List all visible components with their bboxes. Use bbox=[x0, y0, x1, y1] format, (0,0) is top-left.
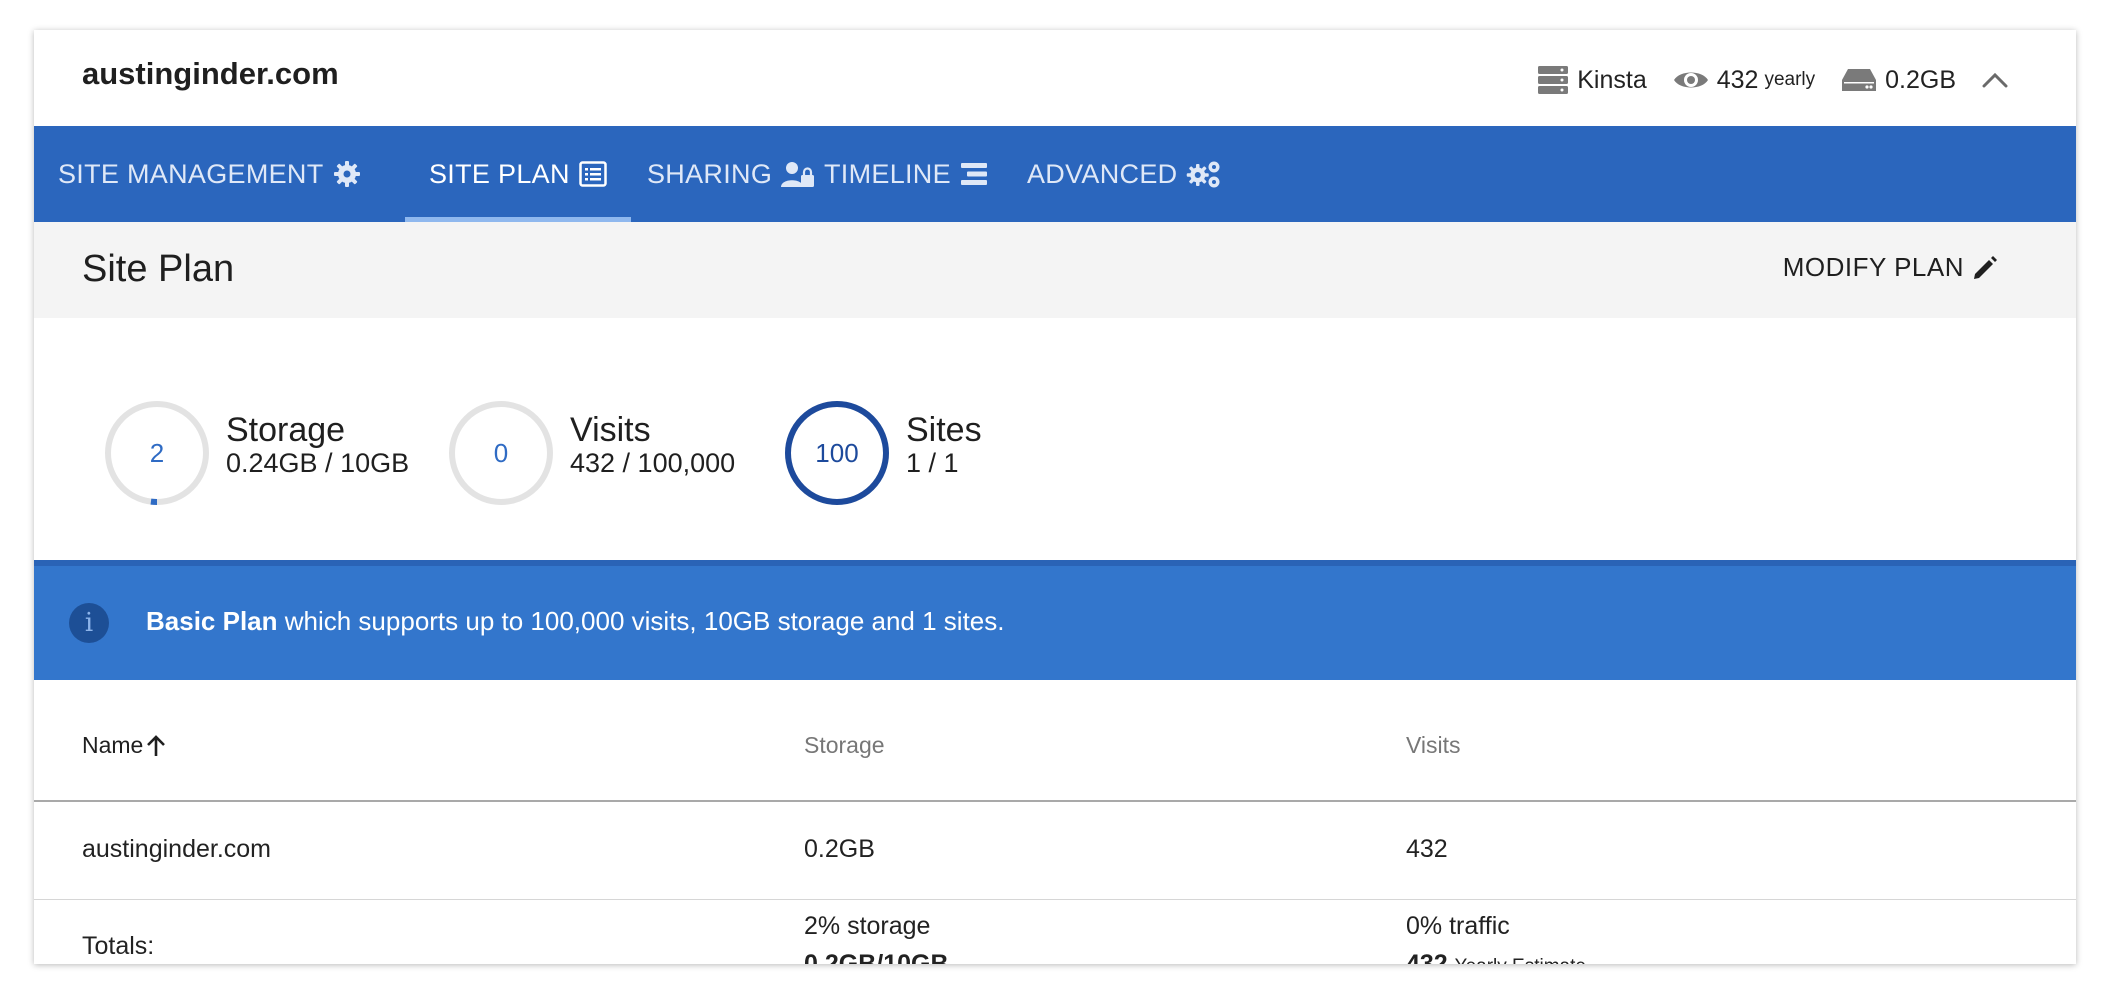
tab-advanced[interactable]: ADVANCED bbox=[1027, 126, 1222, 222]
tab-site-plan[interactable]: SITE PLAN bbox=[405, 126, 631, 222]
column-header-storage[interactable]: Storage bbox=[804, 732, 885, 759]
visits-metric-text: Visits 432 / 100,000 bbox=[570, 412, 735, 478]
metric-label: Sites bbox=[906, 411, 982, 449]
site-stats: Kinsta 432 yearly 0.2GB bbox=[1511, 60, 2008, 100]
list-icon bbox=[579, 161, 607, 187]
chevron-up-icon[interactable] bbox=[1982, 72, 2008, 88]
site-title: austinginder.com bbox=[82, 56, 339, 91]
plan-description: Basic Plan which supports up to 100,000 … bbox=[146, 606, 1005, 637]
column-header-label: Name bbox=[82, 732, 144, 758]
tab-label: ADVANCED bbox=[1027, 158, 1178, 189]
column-header-name[interactable]: Name bbox=[82, 732, 167, 759]
plan-name: Basic Plan bbox=[146, 606, 278, 636]
site-nav: SITE MANAGEMENT SITE PLAN SHARING TIMELI… bbox=[34, 126, 2076, 222]
eye-icon bbox=[1673, 72, 1708, 88]
storage-value: 0.2GB bbox=[1885, 65, 1956, 94]
modify-plan-button[interactable]: MODIFY PLAN bbox=[1783, 252, 1998, 283]
tab-label: TIMELINE bbox=[824, 158, 951, 189]
header-divider bbox=[34, 800, 2076, 802]
sites-metric-text: Sites 1 / 1 bbox=[906, 412, 982, 478]
storage-stat: 0.2GB bbox=[1841, 66, 1956, 95]
info-icon: i bbox=[69, 603, 109, 643]
totals-visits: 432 Yearly Estimate bbox=[1406, 950, 1586, 964]
plan-info-banner: i Basic Plan which supports up to 100,00… bbox=[34, 560, 2076, 680]
storage-amount: 0.2GB/10GB bbox=[804, 950, 949, 964]
gear-icon bbox=[333, 161, 360, 187]
site-card: austinginder.com Kinsta 432 yearly 0.2GB… bbox=[34, 30, 2076, 964]
visits-value: 432 bbox=[1716, 65, 1759, 94]
timeline-icon bbox=[960, 163, 987, 185]
plan-details: which supports up to 100,000 visits, 10G… bbox=[277, 606, 1005, 636]
metric-value: 0.24GB / 10GB bbox=[226, 448, 410, 478]
metric-label: Visits bbox=[570, 411, 651, 449]
totals-visits-value: 432 bbox=[1406, 950, 1448, 964]
row-storage: 0.2GB bbox=[804, 835, 875, 863]
row-divider bbox=[34, 899, 2076, 900]
plan-subheader: Site Plan MODIFY PLAN bbox=[34, 222, 2076, 318]
user-lock-icon bbox=[781, 162, 815, 187]
tab-sharing[interactable]: SHARING bbox=[647, 126, 815, 222]
sites-ring-value: 100 bbox=[815, 438, 859, 468]
tab-timeline[interactable]: TIMELINE bbox=[824, 126, 988, 222]
tab-label: SITE PLAN bbox=[429, 158, 570, 189]
sort-ascending-icon bbox=[147, 734, 166, 756]
page-title: Site Plan bbox=[82, 248, 235, 290]
metric-label: Storage bbox=[226, 411, 346, 449]
site-header: austinginder.com Kinsta 432 yearly 0.2GB bbox=[34, 30, 2076, 126]
visits-unit: yearly bbox=[1764, 69, 1816, 90]
tab-label: SITE MANAGEMENT bbox=[58, 158, 324, 189]
column-header-visits[interactable]: Visits bbox=[1406, 732, 1461, 759]
visits-stat: 432 yearly bbox=[1673, 66, 1815, 95]
host-label: Kinsta bbox=[1577, 65, 1647, 94]
visits-ring-value: 0 bbox=[493, 438, 509, 468]
metric-value: 432 / 100,000 bbox=[570, 448, 736, 478]
sites-table: Name Storage Visits austinginder.com 0.2… bbox=[34, 680, 2076, 964]
totals-label: Totals: bbox=[82, 932, 155, 960]
hard-drive-icon bbox=[1842, 69, 1877, 91]
row-visits: 432 bbox=[1406, 835, 1448, 863]
storage-ring-value: 2 bbox=[149, 438, 165, 468]
tab-site-management[interactable]: SITE MANAGEMENT bbox=[58, 126, 361, 222]
modify-plan-label: MODIFY PLAN bbox=[1782, 252, 1964, 282]
totals-traffic-percent: 0% traffic bbox=[1406, 912, 1510, 940]
totals-visits-note: Yearly Estimate bbox=[1455, 956, 1586, 964]
pencil-icon bbox=[1974, 255, 1997, 279]
totals-storage-percent: 2% storage bbox=[804, 912, 931, 940]
totals-storage-amount: 0.2GB/10GB bbox=[804, 950, 949, 964]
host-stat: Kinsta bbox=[1537, 65, 1647, 95]
metric-value: 1 / 1 bbox=[906, 448, 959, 478]
usage-metrics: 2 Storage 0.24GB / 10GB 0 Visits 432 / 1… bbox=[34, 318, 2076, 560]
server-icon bbox=[1538, 66, 1569, 94]
storage-metric-text: Storage 0.24GB / 10GB bbox=[226, 412, 409, 478]
tab-label: SHARING bbox=[647, 158, 773, 189]
gears-icon bbox=[1187, 161, 1220, 188]
row-site-name: austinginder.com bbox=[82, 835, 272, 863]
